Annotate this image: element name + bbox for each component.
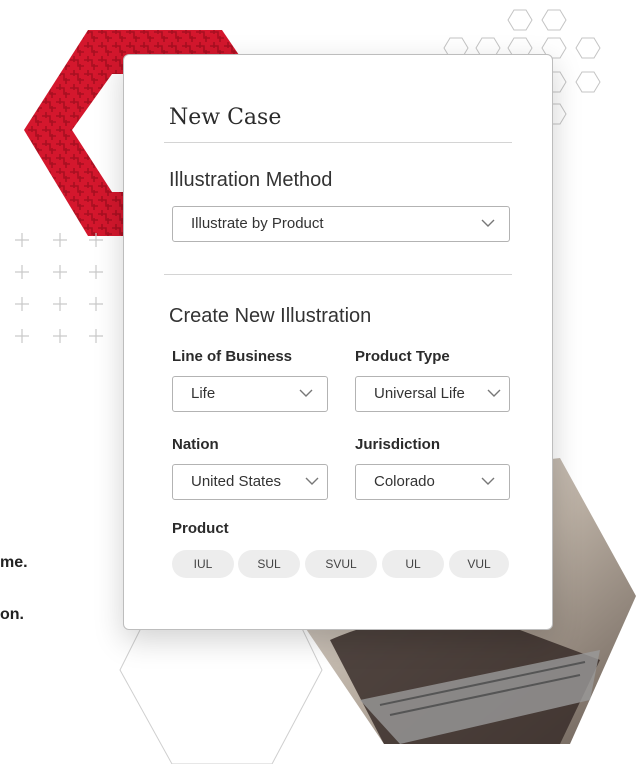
product-label: Product <box>172 520 229 537</box>
chevron-down-icon <box>299 389 313 397</box>
product-chip-ul[interactable]: UL <box>382 550 444 578</box>
jurisdiction-value: Colorado <box>374 473 435 490</box>
side-text-line-2: on. <box>0 606 24 623</box>
product-chip-svul[interactable]: SVUL <box>305 550 377 578</box>
side-text-line-1: me. <box>0 554 28 571</box>
line-of-business-value: Life <box>191 385 216 402</box>
illustration-method-select[interactable]: Illustrate by Product <box>172 206 510 242</box>
product-type-value: Universal Life <box>374 385 465 402</box>
line-of-business-select[interactable]: Life <box>172 376 328 412</box>
chevron-down-icon <box>305 477 319 485</box>
product-type-select[interactable]: Universal Life <box>355 376 510 412</box>
nation-label: Nation <box>172 436 219 453</box>
product-chip-iul[interactable]: IUL <box>172 550 234 578</box>
nation-select[interactable]: United States <box>172 464 328 500</box>
nation-value: United States <box>191 473 282 490</box>
product-chip-sul[interactable]: SUL <box>238 550 300 578</box>
create-new-illustration-heading: Create New Illustration <box>169 305 372 327</box>
product-chip-vul[interactable]: VUL <box>449 550 509 578</box>
title-divider <box>164 142 512 143</box>
jurisdiction-select[interactable]: Colorado <box>355 464 510 500</box>
card-title: New Case <box>169 105 282 130</box>
plus-grid-decoration <box>15 233 103 343</box>
product-type-label: Product Type <box>355 348 450 365</box>
chevron-down-icon <box>481 219 495 227</box>
section-divider <box>164 274 512 275</box>
chevron-down-icon <box>487 389 501 397</box>
chevron-down-icon <box>481 477 495 485</box>
illustration-method-value: Illustrate by Product <box>191 215 324 232</box>
illustration-method-heading: Illustration Method <box>169 169 333 191</box>
jurisdiction-label: Jurisdiction <box>355 436 441 453</box>
new-case-card: New Case Illustration Method Illustrate … <box>123 54 553 630</box>
line-of-business-label: Line of Business <box>172 348 293 365</box>
